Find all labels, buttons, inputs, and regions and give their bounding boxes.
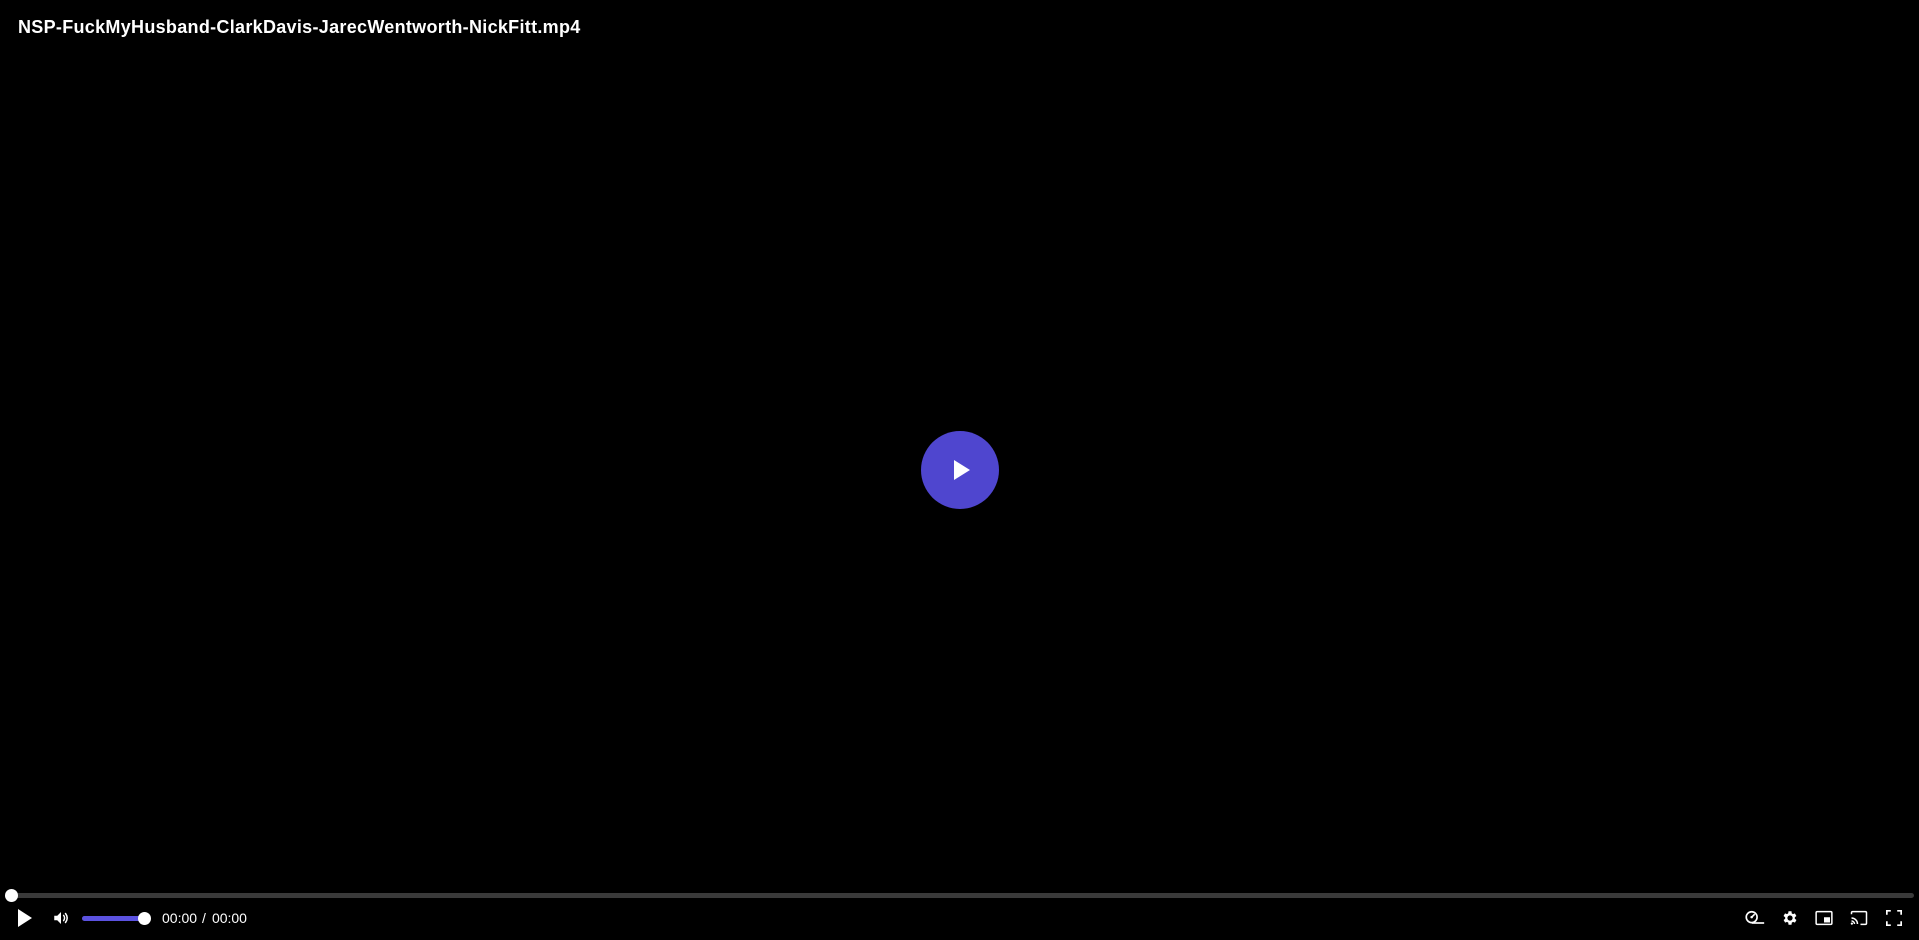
picture-in-picture-icon [1815, 910, 1833, 926]
cast-icon [1850, 910, 1868, 926]
volume-fill [82, 916, 144, 921]
video-player[interactable]: NSP-FuckMyHusband-ClarkDavis-JarecWentwo… [0, 0, 1919, 940]
progress-bar[interactable] [5, 889, 1914, 902]
volume-handle[interactable] [138, 912, 151, 925]
fullscreen-button[interactable] [1880, 904, 1908, 932]
volume-icon [54, 912, 68, 924]
fullscreen-icon [1886, 910, 1902, 926]
video-title: NSP-FuckMyHusband-ClarkDavis-JarecWentwo… [18, 17, 581, 37]
control-bar: 00:00/00:00 [0, 904, 1919, 932]
gear-icon [1783, 911, 1797, 925]
playback-speed-icon [1745, 910, 1765, 924]
time-separator: / [202, 910, 206, 926]
current-time: 00:00 [162, 910, 198, 926]
playback-speed-button[interactable] [1741, 904, 1769, 932]
settings-button[interactable] [1776, 904, 1804, 932]
play-button[interactable] [11, 904, 39, 932]
volume-slider[interactable] [82, 912, 151, 925]
time-display: 00:00/00:00 [162, 910, 247, 926]
picture-in-picture-button[interactable] [1810, 904, 1838, 932]
cast-button[interactable] [1845, 904, 1873, 932]
mute-button[interactable] [47, 904, 75, 932]
play-icon [954, 460, 970, 480]
duration: 00:00 [211, 910, 247, 926]
big-play-button[interactable] [921, 431, 999, 509]
progress-handle[interactable] [5, 889, 18, 902]
play-icon [18, 909, 32, 927]
